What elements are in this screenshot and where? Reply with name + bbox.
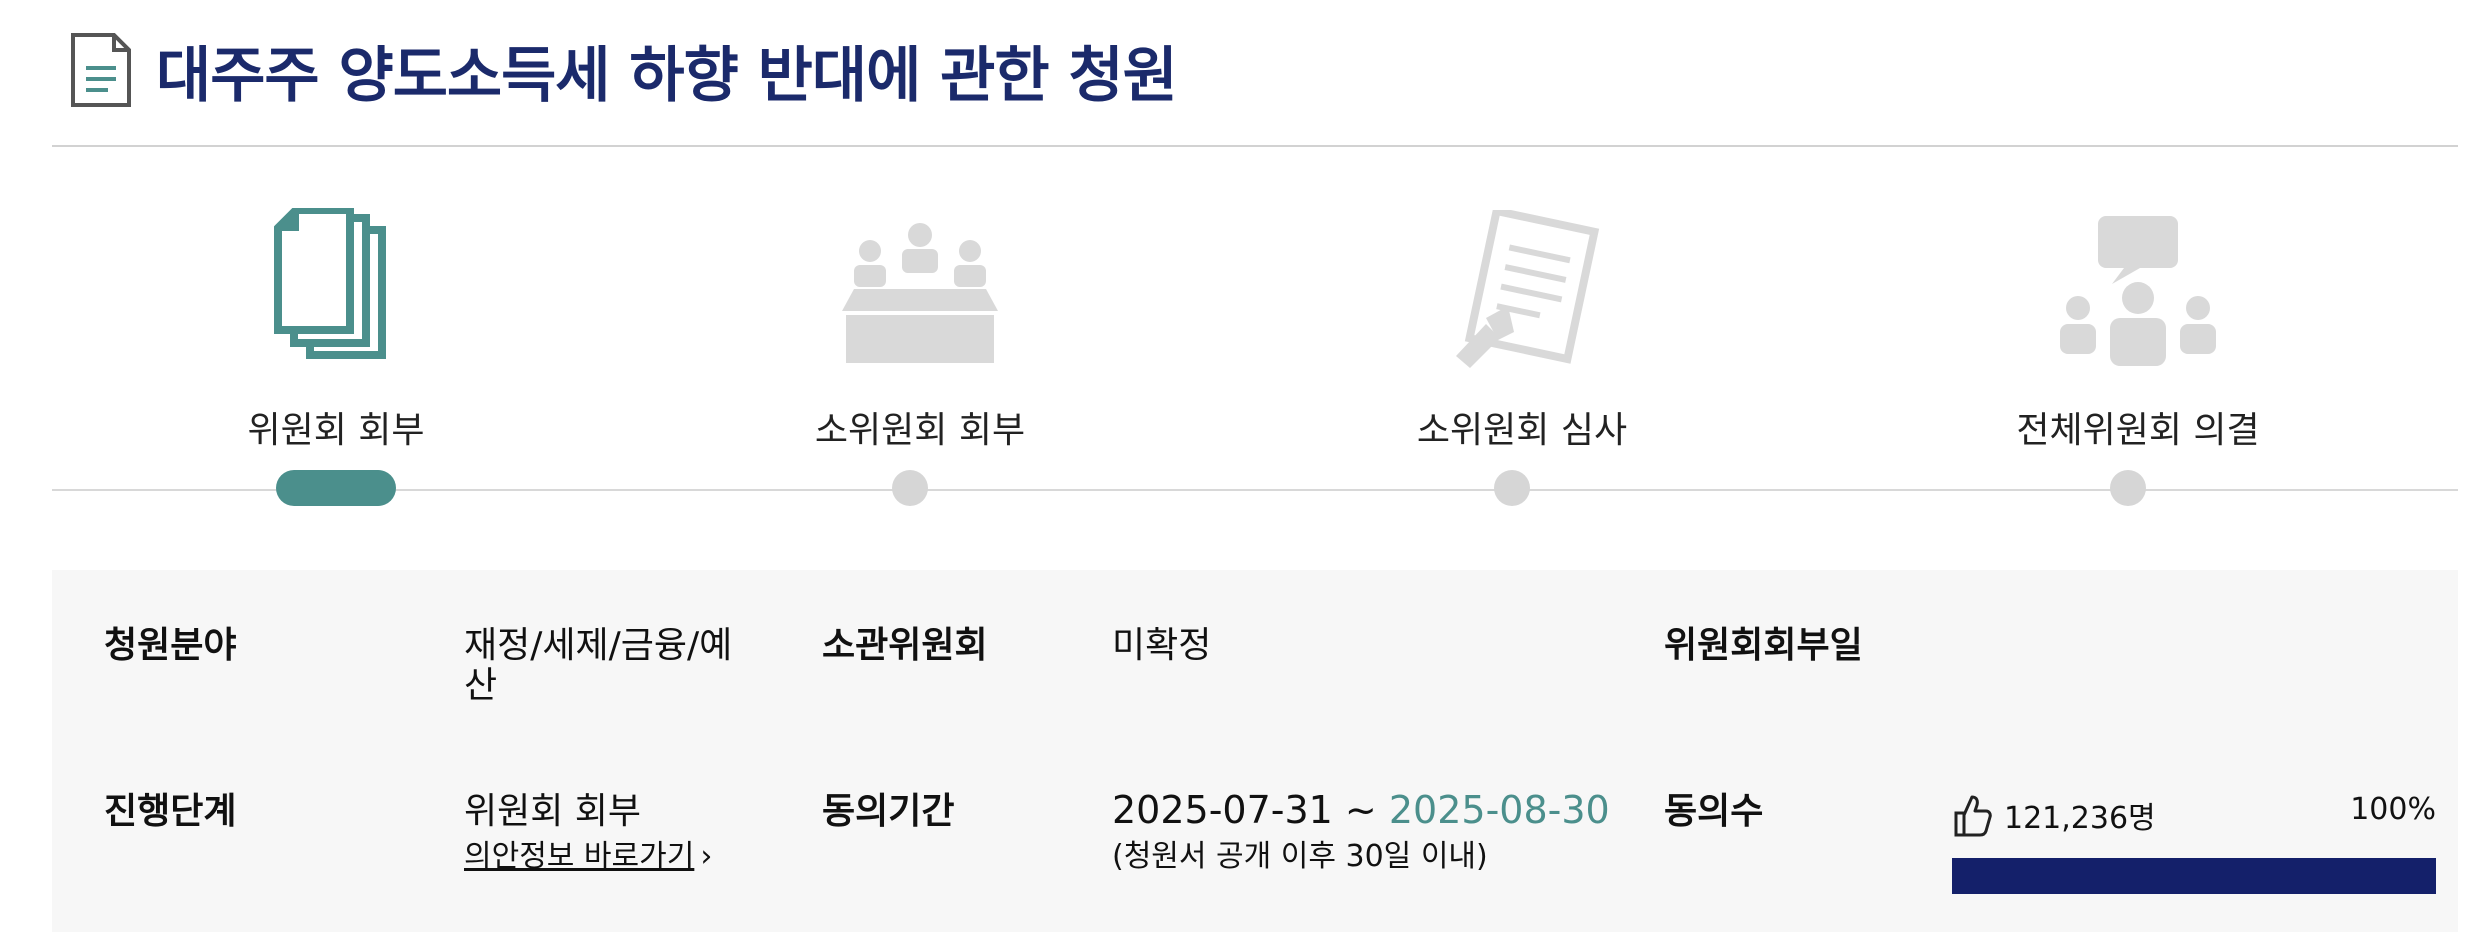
meeting-icon (620, 205, 1220, 375)
step-subcommittee-referral: 소위원회 회부 (620, 205, 1220, 453)
agree-label: 동의수 (1664, 791, 1764, 832)
period-end: 2025-08-30 (1388, 788, 1610, 832)
documents-stack-icon (36, 205, 636, 375)
referral-date-label: 위원회회부일 (1664, 625, 1863, 666)
title-divider (52, 145, 2458, 147)
petition-info-panel: 청원분야 재정/세제/금융/예산 소관위원회 미확정 위원회회부일 진행단계 위… (52, 570, 2458, 932)
review-document-icon (1222, 205, 1822, 375)
bill-info-link[interactable]: 의안정보 바로가기 (464, 840, 694, 873)
field-label: 청원분야 (104, 625, 237, 666)
discussion-icon (1838, 205, 2438, 375)
committee-label: 소관위원회 (822, 625, 988, 666)
agree-progress-fill (1952, 858, 2436, 894)
stage-value: 위원회 회부 (464, 791, 642, 832)
step-subcommittee-review: 소위원회 심사 (1222, 205, 1822, 453)
step-dot (1494, 470, 1530, 506)
page-title: 대주주 양도소득세 하향 반대에 관한 청원 (156, 40, 1178, 111)
bill-info-link-text: 의안정보 바로가기 (464, 838, 695, 874)
chevron-right-icon: › (700, 838, 713, 874)
step-dot (892, 470, 928, 506)
stage-label: 진행단계 (104, 791, 237, 832)
period-start: 2025-07-31 ~ (1112, 788, 1377, 832)
step-dot (2110, 470, 2146, 506)
document-icon (71, 33, 131, 107)
period-block: 2025-07-31 ~ 2025-08-30 (청원서 공개 이후 30일 이… (1112, 788, 1610, 874)
period-note: (청원서 공개 이후 30일 이내) (1112, 838, 1488, 874)
step-committee-referral: 위원회 회부 (36, 205, 636, 453)
agree-count: 121,236명 (2004, 801, 2156, 836)
step-label: 위원회 회부 (247, 410, 425, 451)
field-value: 재정/세제/금융/예산 (464, 625, 733, 706)
progress-timeline (52, 489, 2458, 491)
step-label: 소위원회 심사 (1416, 410, 1628, 451)
agree-progress-bar (1952, 858, 2436, 894)
step-label: 전체위원회 의결 (2016, 410, 2260, 451)
thumbs-up-icon (1954, 795, 1992, 837)
step-dot-active (276, 470, 396, 506)
step-full-committee-resolution: 전체위원회 의결 (1838, 205, 2438, 453)
stage-block: 위원회 회부 의안정보 바로가기 › (464, 792, 712, 874)
agree-percent: 100% (2350, 792, 2436, 827)
committee-value: 미확정 (1112, 625, 1212, 666)
step-label: 소위원회 회부 (814, 410, 1026, 451)
title-row: 대주주 양도소득세 하향 반대에 관한 청원 (70, 30, 1178, 111)
period-label: 동의기간 (822, 791, 955, 832)
agree-count-block: 121,236명 100% (1952, 790, 2436, 894)
